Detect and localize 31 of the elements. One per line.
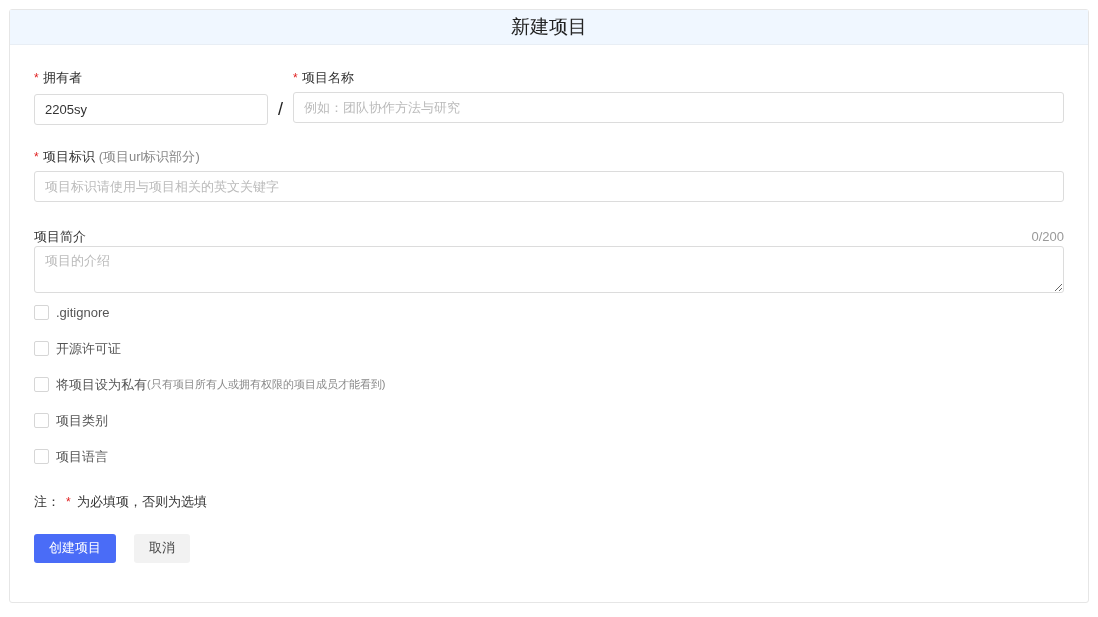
path-separator: / — [277, 98, 284, 121]
field-label: 项目名称 — [301, 69, 354, 87]
character-counter: 0/200 — [1031, 227, 1064, 246]
option-label: 开源许可证 — [56, 339, 121, 358]
page-title: 新建项目 — [511, 14, 587, 39]
note-prefix: 注： — [34, 493, 60, 511]
required-mark: * — [293, 70, 298, 87]
required-mark: * — [66, 493, 71, 511]
option-label: 项目语言 — [56, 447, 108, 466]
owner-field[interactable]: 2205sy — [34, 94, 268, 125]
field-label: 拥有者 — [42, 69, 82, 87]
option-label: 将项目设为私有 — [56, 375, 147, 394]
option-note: (只有项目所有人或拥有权限的项目成员才能看到) — [147, 377, 386, 393]
field-label: 项目简介 — [34, 227, 86, 246]
option-label: .gitignore — [56, 303, 110, 322]
option-label: 项目类别 — [56, 411, 108, 430]
cancel-button[interactable]: 取消 — [134, 533, 190, 563]
field-hint: (项目url标识部分) — [98, 148, 200, 166]
note-text: 为必填项，否则为选填 — [76, 493, 207, 511]
project-name-field[interactable]: 例如：团队协作方法与研究 — [293, 92, 1064, 123]
required-mark: * — [34, 149, 39, 166]
checkbox[interactable] — [34, 377, 49, 392]
checkbox[interactable] — [34, 305, 49, 320]
checkbox[interactable] — [34, 449, 49, 464]
description-field[interactable]: 项目的介绍 — [34, 246, 1064, 293]
field-label: 项目标识 — [42, 148, 95, 166]
project-identifier-field[interactable]: 项目标识请使用与项目相关的英文关键字 — [34, 171, 1064, 202]
create-project-button[interactable]: 创建项目 — [34, 533, 116, 563]
required-mark: * — [34, 70, 39, 87]
checkbox[interactable] — [34, 413, 49, 428]
checkbox[interactable] — [34, 341, 49, 356]
